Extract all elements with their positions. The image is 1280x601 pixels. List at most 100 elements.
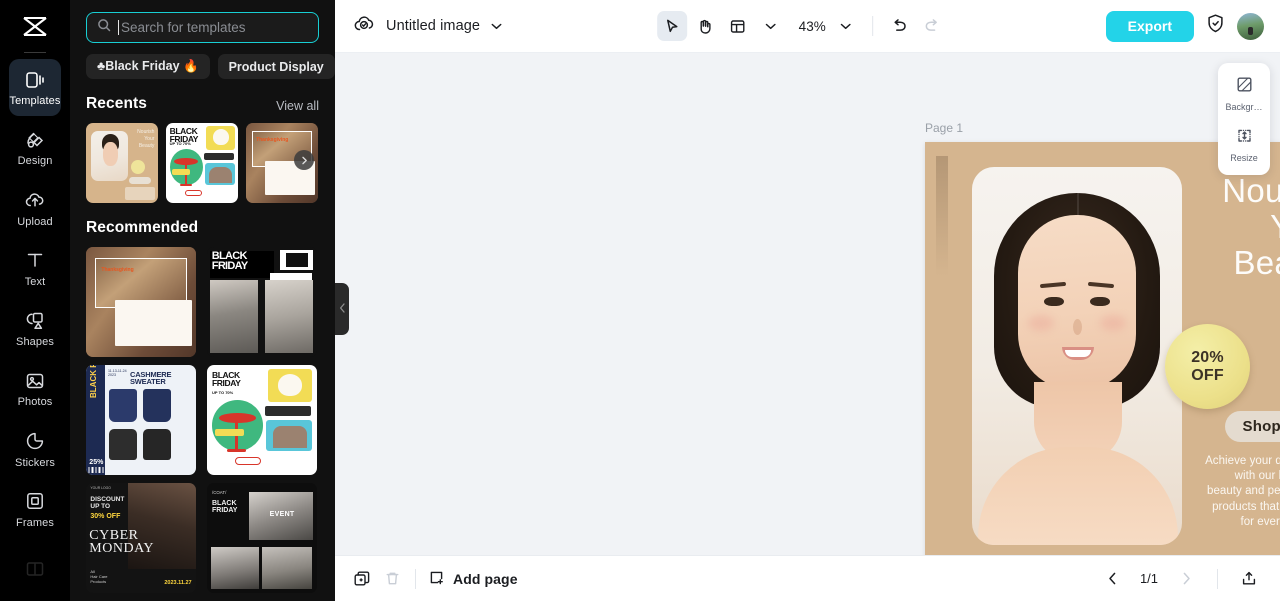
badge-percent: 20% [1191, 348, 1224, 366]
headline-line-2[interactable]: Your [1270, 210, 1280, 243]
recommended-header: Recommended [70, 203, 335, 237]
sidebar-item-text[interactable]: Text [9, 240, 61, 297]
chip-label: Product Display [228, 59, 324, 74]
recent-template-2[interactable]: BLACK FRIDAY UP TO 70% [166, 123, 238, 203]
cloud-save-icon[interactable] [353, 14, 375, 39]
model-face [1018, 215, 1136, 390]
canvas-tools-panel: Backgr… Resize [1218, 63, 1270, 175]
design-icon [24, 128, 47, 151]
chip-product-display[interactable]: Product Display [217, 54, 335, 79]
shop-now-button[interactable]: Shop Now [1225, 411, 1280, 442]
document-info: Untitled image [353, 14, 502, 39]
main-area: Untitled image 43% Export Page 1 Nou Be … [335, 0, 1280, 601]
capcut-logo-icon[interactable] [13, 8, 57, 46]
sidebar-item-label: Templates [9, 95, 61, 108]
frames-icon [24, 490, 47, 513]
zoom-level[interactable]: 43% [789, 19, 828, 34]
delete-page-button[interactable] [377, 564, 407, 594]
bottom-separator-2 [1217, 568, 1218, 589]
design-artboard[interactable]: Nourish Your Beauty 20% OFF Shop Now Ach… [925, 142, 1280, 555]
recommended-template-4[interactable]: BLACK FRIDAY UP TO 70% [206, 365, 317, 475]
templates-panel: Search for templates ♣Black Friday 🔥 Pro… [70, 0, 335, 601]
chip-label: ♣Black Friday 🔥 [97, 59, 199, 73]
select-tool-button[interactable] [656, 11, 687, 41]
page-navigation: 1/1 [1097, 564, 1264, 594]
prev-page-button[interactable] [1097, 564, 1127, 594]
recommended-template-3[interactable]: BLACK FRIDAY. 11.13-11.24 2023 CASHMERE SWE… [86, 365, 196, 475]
design-body-text[interactable]: Achieve your desired look with our high-… [1198, 454, 1280, 530]
export-button[interactable]: Export [1105, 10, 1194, 42]
hand-tool-button[interactable] [690, 11, 720, 41]
chevron-down-icon[interactable] [491, 17, 502, 35]
shield-check-icon[interactable] [1205, 13, 1226, 39]
search-input[interactable]: Search for templates [86, 12, 319, 43]
app-root: Templates Design Upload Text Shapes Phot… [0, 0, 1280, 601]
next-page-button[interactable] [1171, 564, 1201, 594]
sidebar-item-shapes[interactable]: Shapes [9, 300, 61, 357]
document-title[interactable]: Untitled image [386, 18, 480, 34]
headline-line-1[interactable]: Nourish [1222, 174, 1280, 207]
shapes-icon [24, 309, 47, 332]
sidebar-item-upload[interactable]: Upload [9, 180, 61, 237]
toolbar-separator [871, 16, 873, 36]
top-toolbar: Untitled image 43% Export [335, 0, 1280, 53]
sidebar-item-stickers[interactable]: Stickers [9, 420, 61, 477]
recents-view-all-link[interactable]: View all [276, 99, 319, 113]
search-area: Search for templates [70, 0, 335, 43]
panel-collapse-handle[interactable] [335, 283, 349, 335]
layout-chevron-button[interactable] [756, 11, 786, 41]
background-label: Backgr… [1225, 102, 1263, 112]
export-bottom-button[interactable] [1234, 564, 1264, 594]
chevron-left-icon [339, 300, 346, 318]
canvas-area[interactable]: Page 1 Nourish Your Bea [335, 53, 1280, 555]
add-page-button[interactable]: Add page [428, 569, 518, 589]
recommended-template-5[interactable]: YOUR LOGO DISCOUNT UP TO 30% OFF CYBER MOND… [86, 483, 196, 593]
headline-line-3[interactable]: Beauty [1233, 246, 1280, 279]
search-icon [97, 18, 111, 37]
recommended-title: Recommended [86, 219, 199, 236]
top-right-actions: Export [1105, 10, 1264, 42]
recents-next-arrow[interactable] [294, 150, 314, 170]
sidebar-item-label: Upload [17, 215, 53, 228]
photos-icon [24, 369, 47, 392]
sidebar-item-label: Shapes [16, 336, 54, 349]
chip-black-friday[interactable]: ♣Black Friday 🔥 [86, 54, 210, 79]
resize-icon [1235, 126, 1254, 150]
badge-off: OFF [1191, 366, 1224, 384]
bottom-toolbar: Add page 1/1 [335, 555, 1280, 601]
resize-tool[interactable]: Resize [1221, 123, 1267, 166]
sidebar-item-templates[interactable]: Templates [9, 59, 61, 117]
text-caret [118, 20, 119, 35]
recommended-template-6[interactable]: /COAT/BLACK FRIDAY EVENT [206, 483, 317, 593]
recommended-template-1[interactable]: Thanksgiving [86, 247, 196, 357]
sidebar-item-design[interactable]: Design [9, 119, 61, 176]
undo-button[interactable] [884, 11, 914, 41]
recent-template-1[interactable]: Nourish Your Beauty [86, 123, 158, 203]
background-tool[interactable]: Backgr… [1221, 72, 1267, 115]
sidebar-item-photos[interactable]: Photos [9, 360, 61, 417]
sidebar-item-frames[interactable]: Frames [9, 481, 61, 538]
model-shoulders [978, 447, 1178, 545]
recommended-template-2[interactable]: BLACK FRIDAY [206, 247, 317, 357]
recents-header: Recents View all [70, 79, 335, 113]
stickers-icon [24, 430, 47, 453]
upload-cloud-icon [24, 189, 47, 212]
view-tools: 43% [656, 11, 947, 41]
recents-row: Nourish Your Beauty BLACK FRIDAY UP TO 70% T… [70, 113, 335, 203]
collage-icon [24, 558, 47, 581]
text-icon [24, 249, 47, 272]
redo-button[interactable] [917, 11, 947, 41]
sidebar-item-more[interactable] [9, 541, 61, 598]
add-page-label: Add page [453, 570, 518, 587]
sidebar-item-label: Text [24, 275, 46, 288]
recents-title: Recents [86, 95, 148, 112]
add-page-icon [428, 569, 445, 589]
resize-label: Resize [1230, 153, 1258, 163]
zoom-chevron-button[interactable] [831, 11, 861, 41]
user-avatar[interactable] [1237, 12, 1264, 40]
model-photo[interactable] [972, 167, 1182, 545]
layout-tool-button[interactable] [723, 11, 753, 41]
page-indicator: 1/1 [1139, 571, 1159, 586]
duplicate-page-button[interactable] [347, 564, 377, 594]
discount-badge[interactable]: 20% OFF [1165, 324, 1250, 409]
